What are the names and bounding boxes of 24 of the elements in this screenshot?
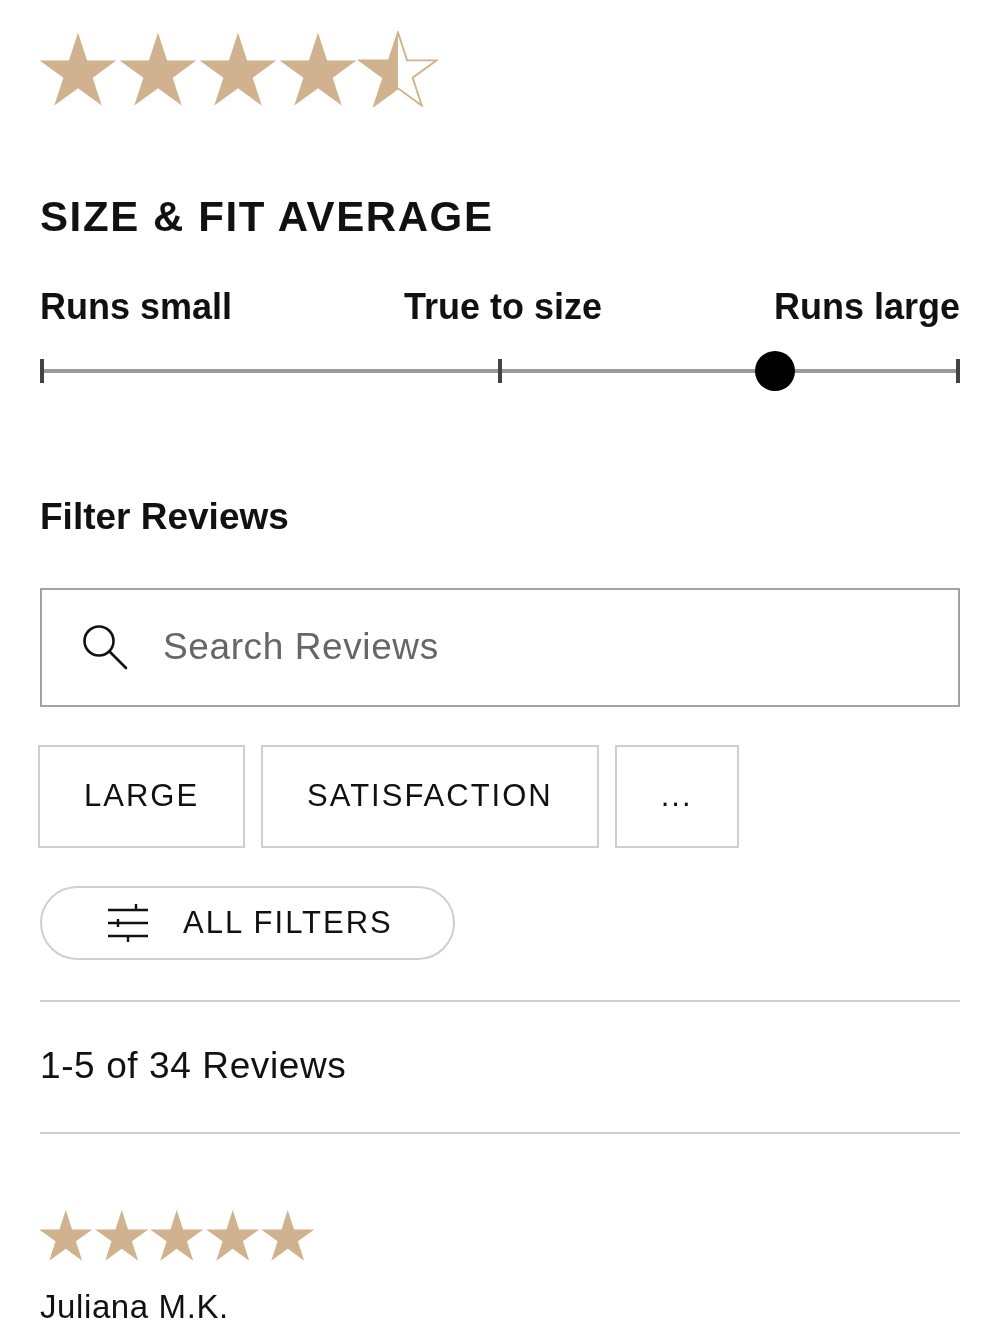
all-filters-button[interactable]: ALL FILTERS xyxy=(40,885,455,960)
sliders-icon xyxy=(108,903,148,942)
filter-chip[interactable]: LARGE xyxy=(38,744,246,848)
filter-chip[interactable]: ... xyxy=(614,744,739,848)
search-icon xyxy=(82,623,128,670)
search-field[interactable]: Search Reviews xyxy=(40,587,960,707)
scale-label: Runs small xyxy=(40,285,233,329)
star-icon xyxy=(358,31,438,107)
star-icon xyxy=(38,31,118,107)
star-icon xyxy=(149,1209,205,1263)
star-icon xyxy=(260,1209,316,1263)
star-icon xyxy=(93,1209,149,1263)
scale-label: Runs large xyxy=(773,285,960,329)
results-count: 1-5 of 34 Reviews xyxy=(40,1043,347,1088)
section-heading: SIZE & FIT AVERAGE xyxy=(40,192,494,242)
scale-label: True to size xyxy=(403,285,603,329)
filter-chip[interactable]: SATISFACTION xyxy=(261,744,599,848)
filter-heading: Filter Reviews xyxy=(40,494,289,539)
star-icon xyxy=(118,31,198,107)
reviewer-name: Juliana M.K. xyxy=(40,1290,229,1324)
star-icon xyxy=(204,1209,260,1263)
star-icon xyxy=(198,31,278,107)
star-icon xyxy=(38,1209,94,1263)
star-icon xyxy=(278,31,358,107)
